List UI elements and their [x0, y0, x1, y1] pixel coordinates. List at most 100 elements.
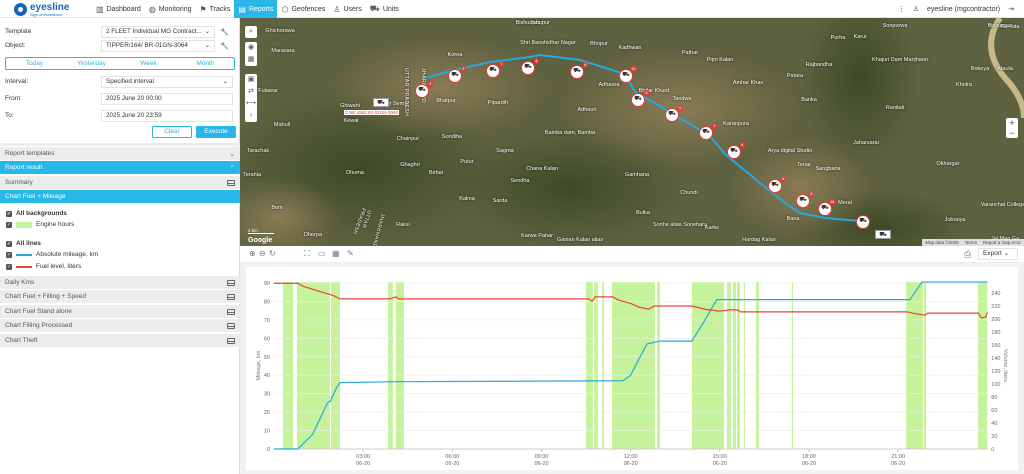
map-zoom-control: + − [1006, 118, 1018, 138]
print-icon[interactable]: ⎙ [964, 249, 971, 260]
route-stop-marker[interactable]: ⛟ 10 [619, 66, 637, 83]
report-item-chart-fuel-mileage[interactable]: Chart Fuel + Mileage [0, 190, 240, 204]
search-icon[interactable]: ⌕ [249, 26, 253, 38]
nav-geofences[interactable]: ⬡ Geofences [277, 0, 329, 18]
nav-units[interactable]: ⛟ Units [366, 0, 403, 18]
report-item-fuel-stand-alone[interactable]: Chart Fuel Stand alone [0, 305, 240, 319]
select-area-icon[interactable]: ⛶ [304, 249, 310, 259]
marker-count-badge: 8 [808, 191, 814, 197]
legend-mileage[interactable]: ✓ Absolute mileage, km [6, 251, 98, 258]
route-stop-marker[interactable]: ⛟ 8 [570, 62, 588, 79]
tab-week[interactable]: Week [120, 58, 177, 69]
calendar-icon[interactable]: ▣ [248, 74, 255, 86]
data-point [588, 298, 590, 300]
report-item-daily-kms[interactable]: Daily Kms [0, 276, 240, 290]
report-item-fuel-filling-speed[interactable]: Chart Fuel + Filling + Speed [0, 290, 240, 304]
tab-yesterday[interactable]: Yesterday [63, 58, 120, 69]
route-stop-marker[interactable]: ⛟ 2 [415, 81, 433, 98]
data-point [622, 380, 624, 382]
to-value: 2025 June 20 23:59 [106, 112, 162, 119]
zoom-out-icon[interactable]: ⊖ [259, 249, 266, 258]
map-place-label: Jobraiya [944, 217, 966, 223]
from-input[interactable]: 2025 June 20 00:00 [101, 92, 233, 105]
wrench-icon[interactable]: 🔧 [220, 42, 229, 50]
reset-zoom-icon[interactable]: ↻ [269, 249, 276, 258]
data-point [691, 340, 693, 342]
report-item-theft[interactable]: Chart Theft [0, 334, 240, 348]
route-stop-marker[interactable]: ⛟ 4 [521, 58, 539, 75]
fuel-mileage-chart[interactable]: 0 10 20 30 40 50 60 70 80 90 0 20 40 60 80 100 120 140 160… [240, 263, 1024, 474]
data-point [985, 316, 987, 318]
map-place-label: Fulawar [258, 88, 278, 94]
route-stop-marker[interactable]: ⛟ [856, 215, 870, 229]
nav-users[interactable]: ♙ Users [329, 0, 365, 18]
nav-dashboard[interactable]: ▥ Dashboard [92, 0, 145, 18]
calendar-icon[interactable]: ▦ [332, 249, 340, 258]
route-stop-marker[interactable]: ⛟ 5 [448, 66, 466, 83]
legend-fuel[interactable]: ✓ Fuel level, liters [6, 263, 81, 270]
region-label: UTTAR PRADESH [403, 68, 409, 117]
nav-reports[interactable]: ▤ Reports [234, 0, 278, 18]
marker-count-badge: 8 [582, 62, 588, 68]
route-stop-marker[interactable]: ⛟ 7 [486, 61, 504, 78]
route-icon[interactable]: ⇄ [248, 86, 254, 98]
legend-all-backgrounds[interactable]: ✓ All backgrounds [6, 210, 67, 217]
comment-icon[interactable]: ▭ [318, 249, 326, 258]
interval-select[interactable]: Specified interval ⌄ [101, 75, 233, 88]
template-select[interactable]: 2 FLEET Individual MG Contract... ⌄ [101, 25, 215, 38]
wrench-icon[interactable]: 🔧 [220, 28, 229, 36]
data-point [659, 340, 661, 342]
map-icon[interactable]: ▦ [248, 54, 255, 66]
eye-icon[interactable]: ◉ [248, 42, 254, 54]
chevron-right-icon[interactable]: › [250, 110, 252, 122]
nav-monitoring[interactable]: ◍ Monitoring [145, 0, 196, 18]
route-stop-marker[interactable]: ⛟ 5 [631, 90, 649, 107]
route-stop-marker[interactable]: ⛟ 3 [699, 123, 717, 140]
route-stop-marker[interactable]: ⛟ 4 [727, 142, 745, 159]
map-place-label: Ghiwahi [340, 103, 360, 109]
tab-month[interactable]: Month [177, 58, 234, 69]
zoom-in-icon[interactable]: ⊕ [249, 249, 256, 258]
to-input[interactable]: 2025 June 20 23:59 [101, 109, 233, 122]
engine-hours-band [732, 282, 737, 449]
legend-all-lines[interactable]: ✓ All lines [6, 240, 41, 247]
pencil-icon[interactable]: ✎ [347, 249, 354, 258]
y2-tick-label: 100 [991, 382, 1000, 388]
more-menu-icon[interactable]: ⋮ [898, 5, 905, 13]
map-search-control[interactable]: ⌕ [245, 26, 257, 38]
y-tick-label: 20 [264, 410, 270, 416]
legend-engine-hours[interactable]: ✓ Engine hours [6, 221, 74, 228]
data-point [702, 323, 704, 324]
logo[interactable]: eyesline Sign of excellence [14, 2, 69, 17]
report-result-header[interactable]: Report result ⌃ [0, 161, 240, 175]
user-name[interactable]: eyesline (mgcontractor) [927, 6, 1000, 13]
zoom-in-button[interactable]: + [1006, 118, 1018, 128]
report-templates-header[interactable]: Report templates ⌄ [0, 147, 240, 161]
report-error-link[interactable]: Report a map error [983, 240, 1021, 245]
data-point [297, 282, 299, 284]
x-tick-label: 21:00 [891, 454, 905, 460]
zoom-out-button[interactable]: − [1006, 128, 1018, 138]
object-select[interactable]: TIPPER/164/ BR-01GN-3064 ⌄ [101, 39, 215, 52]
tab-today[interactable]: Today [6, 58, 63, 69]
report-item-summary[interactable]: Summary [0, 176, 240, 190]
map-place-label: Karanpura [723, 121, 749, 127]
map[interactable]: ⌕ ◉ ▦ ▣ ⇄ ⟷ › + − Ghichorawa Marasara Fulawar Ma… [240, 18, 1024, 246]
route-stop-marker[interactable]: ⛟ 6 [665, 105, 683, 122]
route-stop-marker[interactable]: ⛟ 6 [768, 176, 786, 193]
terms-link[interactable]: Terms [965, 240, 977, 245]
route-stop-marker[interactable]: ⛟ 16 [818, 199, 836, 216]
marker-count-badge: 5 [643, 90, 649, 96]
route-stop-marker[interactable]: ⛟ 8 [796, 191, 814, 208]
ruler-icon[interactable]: ⟷ [246, 98, 256, 110]
report-item-filling-processed[interactable]: Chart Filling Processed [0, 319, 240, 333]
execute-button[interactable]: Execute [196, 126, 236, 138]
clear-button[interactable]: Clear [152, 126, 192, 138]
logout-icon[interactable]: ⇥ [1008, 5, 1014, 13]
truck-icon[interactable]: ⛟ [373, 98, 389, 107]
template-value: 2 FLEET Individual MG Contract... [106, 28, 202, 35]
nav-tracks[interactable]: ⚑ Tracks [195, 0, 234, 18]
fuel-swatch [16, 265, 32, 268]
truck-icon[interactable]: ⛟ [875, 230, 891, 239]
export-dropdown[interactable]: Export ⌄ [978, 248, 1018, 260]
